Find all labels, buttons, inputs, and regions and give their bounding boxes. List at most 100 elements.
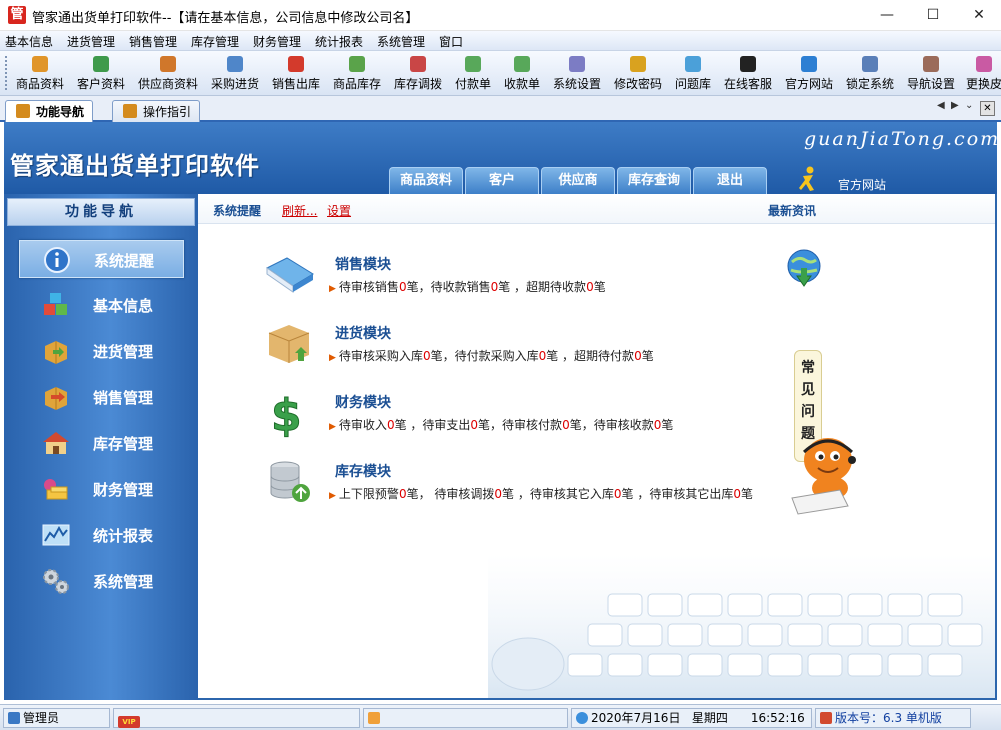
menu-basic-info[interactable]: 基本信息 [5, 33, 53, 50]
menu-finance[interactable]: 财务管理 [253, 33, 301, 50]
toolbar-faq-button[interactable]: 问题库 [671, 53, 715, 94]
money-icon [44, 479, 68, 500]
toolbar-goods-button[interactable]: 商品资料 [12, 53, 68, 94]
toolbar-grip[interactable] [5, 56, 8, 90]
header-tab-supplier[interactable]: 供应商 [541, 167, 615, 194]
sidebar-item-reports[interactable]: 统计报表 [19, 516, 184, 554]
header-tab-goods[interactable]: 商品资料 [389, 167, 463, 194]
main-frame: 管家通出货单打印软件 guanJiaTong.com 商品资料 客户 供应商 库… [4, 122, 1001, 700]
qq-icon [740, 56, 756, 72]
module-title[interactable]: 库存模块 [335, 461, 391, 481]
purchase-icon [227, 56, 243, 72]
module-title[interactable]: 进货模块 [335, 323, 391, 343]
menu-reports[interactable]: 统计报表 [315, 33, 363, 50]
arrow-icon: ▶ [329, 491, 336, 501]
sidebar-item-system[interactable]: 系统管理 [19, 562, 184, 600]
menu-window[interactable]: 窗口 [439, 33, 463, 50]
toolbar-password-button[interactable]: 修改密码 [610, 53, 666, 94]
arrow-icon: ▶ [329, 284, 336, 294]
status-mascot [363, 708, 568, 728]
minimize-button[interactable]: — [864, 0, 910, 31]
sales-out-icon [288, 56, 304, 72]
face-icon [368, 712, 380, 724]
header-tab-customer[interactable]: 客户 [465, 167, 539, 194]
toolbar-transfer-button[interactable]: 库存调拨 [390, 53, 446, 94]
sidebar-item-inventory[interactable]: 库存管理 [19, 424, 184, 462]
settings-icon [569, 56, 585, 72]
nav-settings-icon [923, 56, 939, 72]
tab-icon [16, 104, 30, 118]
sidebar: 功能导航 系统提醒 基本信息 进货管理 销售管理 库存管理 财务管理 统计报表 … [4, 194, 198, 700]
module-title[interactable]: 财务模块 [335, 392, 391, 412]
box-in-icon [45, 341, 67, 364]
home-icon [820, 712, 832, 724]
news-title[interactable]: 最新资讯 [768, 202, 816, 219]
tab-function-nav[interactable]: 功能导航 [5, 100, 94, 122]
toolbar-purchase-button[interactable]: 采购进货 [207, 53, 263, 94]
toolbar-online-service-button[interactable]: 在线客服 [720, 53, 776, 94]
book-icon [266, 257, 314, 293]
menu-bar: 基本信息 进货管理 销售管理 库存管理 财务管理 统计报表 系统管理 窗口 [0, 31, 1001, 51]
toolbar-nav-settings-button[interactable]: 导航设置 [903, 53, 959, 94]
module-description: ▶ 待审核销售0笔，待收款销售0笔 ，超期待收款0笔 [329, 280, 606, 294]
reminder-title: 系统提醒 [213, 204, 262, 218]
status-user: 管理员 [3, 708, 110, 728]
toolbar-stock-button[interactable]: 商品库存 [329, 53, 385, 94]
maximize-button[interactable]: ☐ [910, 0, 956, 31]
module-description: ▶ 待审收入0笔 ，待审支出0笔，待审核付款0笔，待审核收款0笔 [329, 418, 674, 432]
sidebar-item-purchase[interactable]: 进货管理 [19, 332, 184, 370]
warehouse-icon [43, 432, 69, 454]
keyboard-background [488, 554, 995, 698]
arrow-icon: ▶ [329, 422, 336, 432]
mascot-icon[interactable] [788, 430, 863, 520]
faq-icon [685, 56, 701, 72]
running-man-icon[interactable] [797, 166, 819, 192]
menu-system[interactable]: 系统管理 [377, 33, 425, 50]
toolbar-lock-button[interactable]: 锁定系统 [842, 53, 898, 94]
globe-icon [576, 712, 588, 724]
module-title[interactable]: 销售模块 [335, 254, 391, 274]
user-icon [8, 712, 20, 724]
menu-purchase[interactable]: 进货管理 [67, 33, 115, 50]
settings-link[interactable]: 设置 [327, 202, 351, 219]
refresh-link[interactable]: 刷新... [282, 202, 317, 219]
password-icon [630, 56, 646, 72]
toolbar-website-button[interactable]: 官方网站 [781, 53, 837, 94]
tab-next-icon[interactable]: ▶ [951, 100, 959, 111]
official-site-link[interactable]: 官方网站 [838, 176, 886, 193]
lock-icon [862, 56, 878, 72]
gears-icon [43, 569, 69, 594]
receipt-icon [514, 56, 530, 72]
inventory-module: 库存模块 ▶ 上下限预警0笔， 待审核调拨0笔 ，待审核其它入库0笔 ，待审核其它… [263, 457, 783, 513]
sidebar-item-finance[interactable]: 财务管理 [19, 470, 184, 508]
app-header: 管家通出货单打印软件 guanJiaTong.com 商品资料 客户 供应商 库… [4, 122, 1001, 194]
arrow-icon: ▶ [329, 353, 336, 363]
brand-domain: guanJiaTong.com [804, 128, 1001, 150]
menu-inventory[interactable]: 库存管理 [191, 33, 239, 50]
supplier-icon [160, 56, 176, 72]
close-tab-button[interactable]: ✕ [980, 101, 995, 116]
toolbar-sales-out-button[interactable]: 销售出库 [268, 53, 324, 94]
toolbar-supplier-button[interactable]: 供应商资料 [135, 53, 201, 94]
sidebar-item-basic-info[interactable]: 基本信息 [19, 286, 184, 324]
window-title: 管家通出货单打印软件--【请在基本信息，公司信息中修改公司名】 [32, 11, 419, 26]
globe-download-icon[interactable] [783, 248, 825, 294]
sidebar-item-system-reminder[interactable]: 系统提醒 [19, 240, 184, 278]
purchase-module: 进货模块 ▶ 待审核采购入库0笔，待付款采购入库0笔 ，超期待付款0笔 [263, 319, 783, 375]
box-icon [268, 325, 310, 363]
header-tab-exit[interactable]: 退出 [693, 167, 767, 194]
toolbar-payment-button[interactable]: 付款单 [451, 53, 495, 94]
toolbar-receipt-button[interactable]: 收款单 [500, 53, 544, 94]
close-window-button[interactable]: ✕ [956, 0, 1001, 31]
tab-operation-guide[interactable]: 操作指引 [112, 100, 201, 122]
header-tab-stock-query[interactable]: 库存查询 [617, 167, 691, 194]
sidebar-item-sales[interactable]: 销售管理 [19, 378, 184, 416]
brand-title: 管家通出货单打印软件 [10, 152, 260, 180]
module-description: ▶ 上下限预警0笔， 待审核调拨0笔 ，待审核其它入库0笔 ，待审核其它出库0笔 [329, 487, 753, 501]
tab-list-icon[interactable]: ⌄ [965, 100, 973, 111]
toolbar-skin-button[interactable]: 更换皮 [964, 53, 1001, 94]
toolbar-settings-button[interactable]: 系统设置 [549, 53, 605, 94]
menu-sales[interactable]: 销售管理 [129, 33, 177, 50]
tab-prev-icon[interactable]: ◀ [937, 100, 945, 111]
toolbar-customer-button[interactable]: 客户资料 [73, 53, 129, 94]
